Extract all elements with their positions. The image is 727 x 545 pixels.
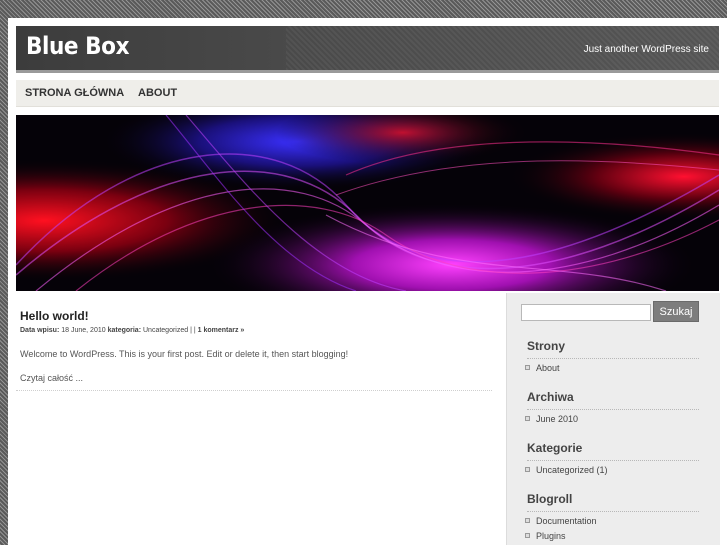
widget-item-about[interactable]: About [525, 363, 560, 373]
bullet-icon [525, 518, 530, 524]
nav-item-home[interactable]: STRONA GŁÓWNA [25, 87, 124, 99]
post-title[interactable]: Hello world! [20, 309, 89, 323]
bullet-icon [525, 467, 530, 473]
widget-item-june-2010[interactable]: June 2010 [525, 414, 578, 424]
header-banner-image [16, 115, 719, 291]
widget-divider [527, 358, 699, 359]
post-meta: Data wpisu: 18 June, 2010 kategoria: Unc… [20, 327, 244, 334]
page: Blue Box Just another WordPress site STR… [8, 18, 727, 545]
banner-artwork [16, 115, 719, 291]
sidebar: Szukaj Strony About Archiwa June 2010 Ka… [506, 293, 720, 545]
post-date-label: Data wpisu: [20, 327, 60, 334]
widget-title-pages: Strony [527, 339, 566, 353]
post-category-label: kategoria: [107, 327, 142, 334]
widget-title-blogroll: Blogroll [527, 492, 573, 506]
bullet-icon [525, 365, 530, 371]
post-meta-separator: | | [190, 327, 196, 334]
widget-title-categories: Kategorie [527, 441, 583, 455]
widget-divider [527, 409, 699, 410]
widget-item-label: Documentation [536, 516, 597, 526]
widget-divider [527, 511, 699, 512]
widget-item-label: June 2010 [536, 414, 579, 424]
post-category-link[interactable]: Uncategorized [143, 327, 188, 334]
search-button[interactable]: Szukaj [653, 301, 699, 322]
bullet-icon [525, 416, 530, 422]
read-more-link[interactable]: Czytaj całość ... [20, 373, 83, 383]
bullet-icon [525, 533, 530, 539]
post-comments-link[interactable]: 1 komentarz » [198, 327, 245, 334]
site-tagline: Just another WordPress site [583, 44, 709, 55]
widget-divider [527, 460, 699, 461]
search-input[interactable] [521, 304, 651, 321]
widget-item-uncategorized[interactable]: Uncategorized (1) [525, 465, 608, 475]
main-nav: STRONA GŁÓWNA ABOUT [16, 80, 719, 107]
site-title[interactable]: Blue Box [26, 32, 129, 60]
widget-item-label: About [536, 363, 560, 373]
post-date: 18 June, 2010 [61, 327, 106, 334]
widget-item-plugins[interactable]: Plugins [525, 531, 566, 541]
widget-title-archives: Archiwa [527, 390, 574, 404]
post-divider [16, 390, 492, 391]
widget-item-documentation[interactable]: Documentation [525, 516, 597, 526]
nav-item-about[interactable]: ABOUT [138, 87, 177, 99]
site-header: Blue Box Just another WordPress site [16, 26, 719, 73]
widget-item-label: Uncategorized (1) [536, 465, 608, 475]
post-body: Welcome to WordPress. This is your first… [20, 349, 349, 359]
widget-item-label: Plugins [536, 531, 566, 541]
